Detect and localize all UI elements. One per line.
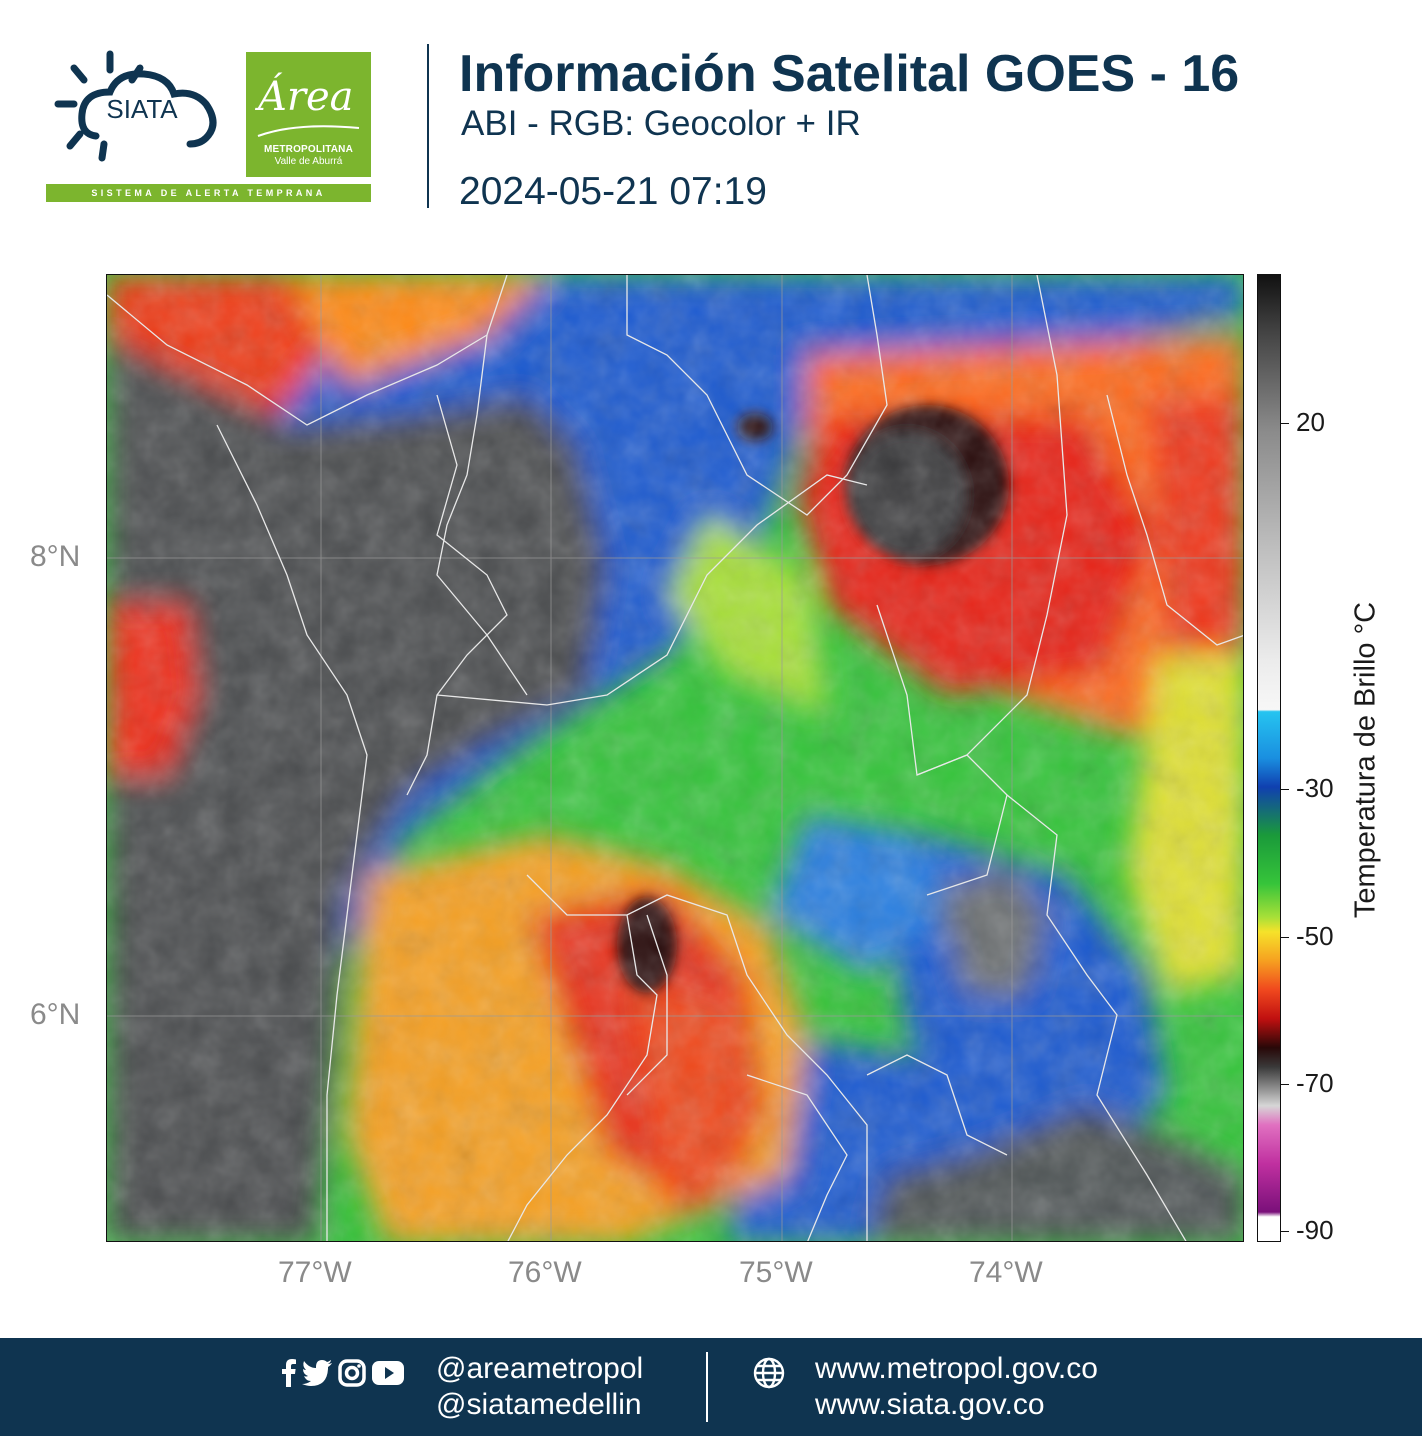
siata-logo-text: SIATA <box>106 94 178 124</box>
colorbar-tick-minus70: -70 <box>1296 1068 1334 1098</box>
siata-logo: SIATA <box>54 50 217 162</box>
twitter-icon[interactable] <box>302 1360 332 1386</box>
lat-label-6n: 6°N <box>30 998 81 1031</box>
alert-system-banner: SISTEMA DE ALERTA TEMPRANA <box>46 184 371 202</box>
area-logo-line2: Valle de Aburrá <box>274 156 343 167</box>
area-metropolitana-logo: Área METROPOLITANA Valle de Aburrá <box>246 52 371 177</box>
header-divider <box>427 44 429 208</box>
instagram-icon[interactable] <box>338 1359 366 1387</box>
footer-url-siata[interactable]: www.siata.gov.co <box>815 1388 1045 1422</box>
colorbar-tick-minus50: -50 <box>1296 921 1334 951</box>
colorbar-tickmark <box>1281 937 1289 938</box>
colorbar-tick-20: 20 <box>1296 407 1325 437</box>
colorbar-tickmark <box>1281 1084 1289 1085</box>
satellite-map[interactable] <box>106 274 1244 1242</box>
colorbar-tickmark <box>1281 1231 1289 1232</box>
area-logo-script: Área <box>258 74 354 120</box>
lon-label-76w: 76°W <box>508 1256 582 1289</box>
product-subtitle: ABI - RGB: Geocolor + IR <box>461 104 861 143</box>
facebook-icon[interactable] <box>282 1359 296 1387</box>
satellite-image <box>107 275 1243 1241</box>
footer-handle-siatamedellin[interactable]: @siatamedellin <box>436 1388 642 1422</box>
lon-label-77w: 77°W <box>278 1256 352 1289</box>
globe-icon <box>753 1357 785 1389</box>
youtube-icon[interactable] <box>372 1361 404 1385</box>
footer-url-metropol[interactable]: www.metropol.gov.co <box>815 1352 1098 1386</box>
social-icons <box>282 1356 404 1390</box>
image-timestamp: 2024-05-21 07:19 <box>459 170 767 213</box>
area-logo-line1: METROPOLITANA <box>263 144 354 155</box>
page-title: Información Satelital GOES - 16 <box>459 45 1240 103</box>
lat-label-8n: 8°N <box>30 540 81 573</box>
temperature-colorbar <box>1257 274 1281 1242</box>
footer-handle-areametropol[interactable]: @areametropol <box>436 1352 643 1386</box>
colorbar-tick-minus90: -90 <box>1296 1215 1334 1245</box>
colorbar-label: Temperatura de Brillo °C <box>1349 601 1382 919</box>
lon-label-74w: 74°W <box>969 1256 1043 1289</box>
logo-swoosh-icon <box>257 125 360 137</box>
colorbar-tickmark <box>1281 423 1289 424</box>
lon-label-75w: 75°W <box>739 1256 813 1289</box>
footer <box>0 1338 1422 1436</box>
colorbar-tickmark <box>1281 789 1289 790</box>
footer-divider <box>706 1352 708 1422</box>
colorbar-tick-minus30: -30 <box>1296 773 1334 803</box>
